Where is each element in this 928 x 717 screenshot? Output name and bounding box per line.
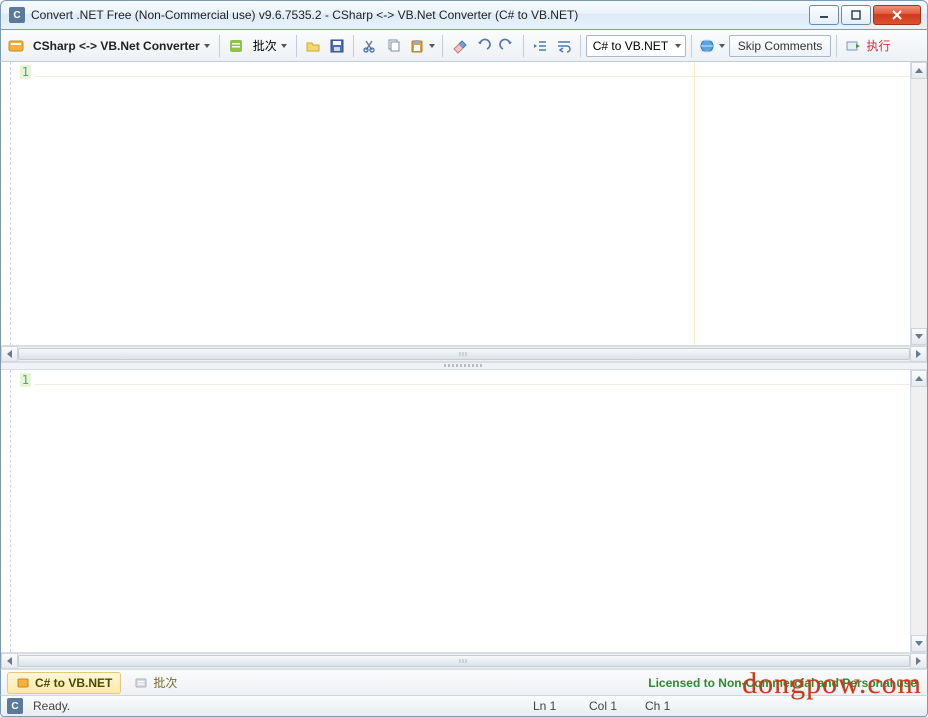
clear-button[interactable] [448, 35, 470, 57]
chevron-down-icon [281, 44, 287, 48]
separator [580, 35, 581, 57]
status-char: Ch 1 [645, 699, 691, 713]
scroll-right-button[interactable] [910, 346, 927, 362]
chevron-down-icon [204, 44, 210, 48]
scroll-down-button[interactable] [911, 328, 927, 345]
copy-button[interactable] [383, 35, 405, 57]
tab-list-icon [134, 676, 148, 690]
scrollbar-track[interactable] [18, 653, 910, 669]
cut-button[interactable] [359, 35, 381, 57]
paste-button[interactable] [407, 34, 437, 58]
line-number: 1 [20, 373, 31, 387]
execute-label[interactable]: 执行 [866, 37, 890, 54]
scroll-left-button[interactable] [1, 653, 18, 669]
scroll-up-button[interactable] [911, 62, 927, 79]
separator [442, 35, 443, 57]
app-icon: C [9, 7, 25, 23]
scroll-left-button[interactable] [1, 346, 18, 362]
redo-button[interactable] [496, 35, 518, 57]
statusbar: C Ready. Ln 1 Col 1 Ch 1 [0, 695, 928, 717]
separator [691, 35, 692, 57]
splitter-grip-icon [444, 364, 484, 367]
batch-label: 批次 [253, 37, 277, 54]
converter-mode-dropdown[interactable]: CSharp <-> VB.Net Converter [29, 34, 214, 58]
execute-icon[interactable] [842, 35, 864, 57]
conversion-direction-combo[interactable]: C# to VB.NET [586, 35, 686, 57]
batch-dropdown[interactable]: 批次 [249, 34, 291, 58]
line-number-gutter: 1 [11, 370, 35, 653]
tabstrip: C# to VB.NET 批次 Licensed to Non-Commerci… [0, 669, 928, 695]
status-column: Col 1 [589, 699, 635, 713]
save-button[interactable] [326, 35, 348, 57]
horizontal-scrollbar[interactable] [1, 345, 927, 362]
app-mode-icon[interactable] [5, 35, 27, 57]
status-line: Ln 1 [533, 699, 579, 713]
separator [353, 35, 354, 57]
separator [836, 35, 837, 57]
source-code-area[interactable] [35, 62, 910, 345]
skip-comments-button[interactable]: Skip Comments [729, 35, 832, 57]
pane-splitter[interactable] [1, 362, 927, 370]
license-notice: Licensed to Non-Commercial and Personal … [648, 676, 921, 690]
batch-icon[interactable] [225, 35, 247, 57]
workspace: 1 [0, 62, 928, 669]
scroll-down-button[interactable] [911, 635, 927, 652]
indent-button[interactable] [529, 35, 551, 57]
scrollbar-track[interactable] [18, 346, 910, 362]
separator [219, 35, 220, 57]
vertical-scrollbar[interactable] [910, 370, 927, 653]
separator [523, 35, 524, 57]
tab-csharp-to-vbnet[interactable]: C# to VB.NET [7, 672, 121, 694]
print-margin [694, 62, 695, 345]
horizontal-scrollbar[interactable] [1, 652, 927, 669]
skip-comments-label: Skip Comments [738, 39, 823, 53]
undo-button[interactable] [472, 35, 494, 57]
vertical-scrollbar[interactable] [910, 62, 927, 345]
main-toolbar: CSharp <-> VB.Net Converter 批次 [0, 30, 928, 62]
result-code-area[interactable] [35, 370, 910, 653]
chevron-down-icon [719, 44, 725, 48]
open-file-button[interactable] [302, 35, 324, 57]
tab-label: 批次 [153, 674, 177, 691]
scrollbar-thumb[interactable] [18, 655, 910, 667]
scroll-up-button[interactable] [911, 370, 927, 387]
close-button[interactable] [873, 5, 921, 25]
status-app-icon: C [7, 698, 23, 714]
converter-mode-label: CSharp <-> VB.Net Converter [33, 39, 200, 53]
fold-gutter[interactable] [1, 370, 11, 653]
web-lookup-button[interactable] [697, 34, 727, 58]
tab-doc-icon [16, 676, 30, 690]
minimize-button[interactable] [809, 5, 839, 25]
line-number-gutter: 1 [11, 62, 35, 345]
window-title: Convert .NET Free (Non-Commercial use) v… [31, 8, 807, 22]
fold-gutter[interactable] [1, 62, 11, 345]
conversion-direction-value: C# to VB.NET [593, 39, 669, 53]
wordwrap-button[interactable] [553, 35, 575, 57]
tab-batch[interactable]: 批次 [125, 672, 186, 694]
scrollbar-thumb[interactable] [18, 348, 910, 360]
chevron-down-icon [429, 44, 435, 48]
tab-label: C# to VB.NET [35, 676, 112, 690]
chevron-down-icon [675, 44, 681, 48]
result-editor-pane: 1 [1, 370, 927, 670]
separator [296, 35, 297, 57]
maximize-button[interactable] [841, 5, 871, 25]
source-editor-pane: 1 [1, 62, 927, 362]
window-titlebar: C Convert .NET Free (Non-Commercial use)… [0, 0, 928, 30]
status-ready: Ready. [33, 699, 70, 713]
scroll-right-button[interactable] [910, 653, 927, 669]
line-number: 1 [20, 65, 31, 79]
